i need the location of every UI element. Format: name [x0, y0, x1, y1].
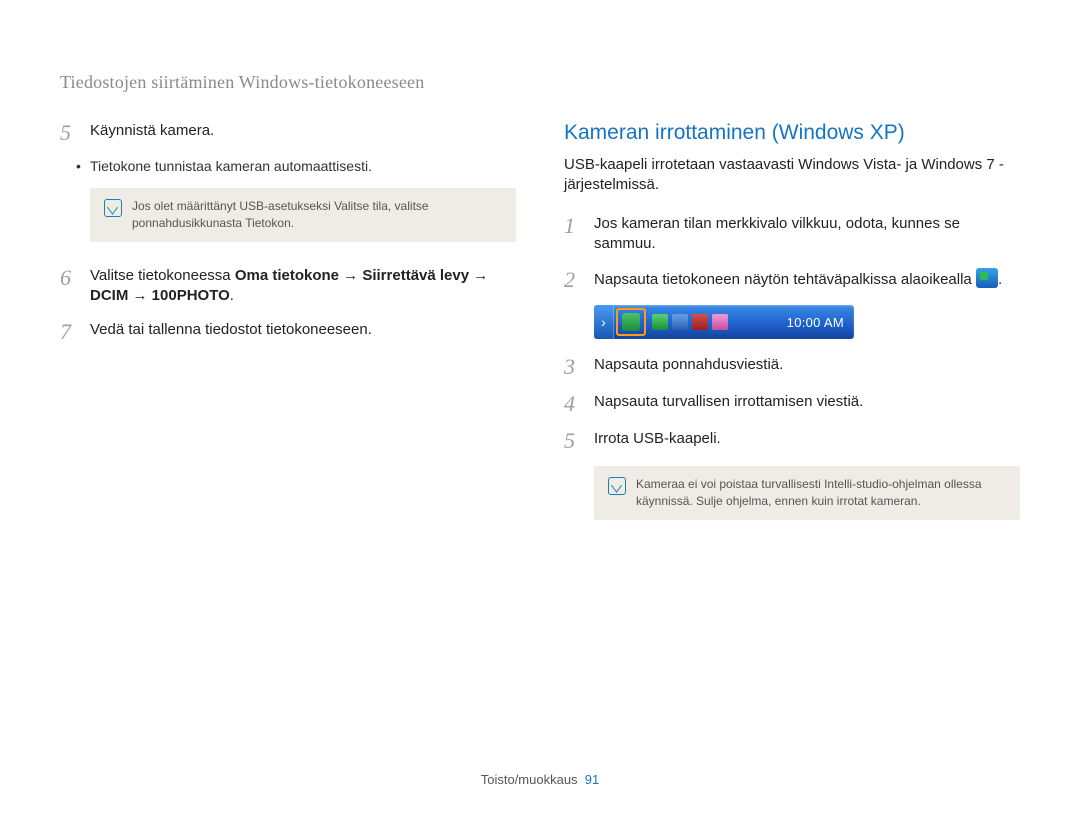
step-frag-bold: Oma tietokone	[235, 267, 339, 284]
section-heading: Kameran irrottaminen (Windows XP)	[564, 121, 1020, 145]
note-box-2: Kameraa ei voi poistaa turvallisesti Int…	[594, 466, 1020, 520]
step-text: Napsauta ponnahdusviestiä.	[594, 355, 1020, 378]
step-number: 5	[60, 121, 78, 144]
step-frag: .	[230, 287, 234, 304]
page-header-title: Tiedostojen siirtäminen Windows-tietokon…	[60, 72, 1020, 93]
step-frag-bold: Siirrettävä levy	[362, 267, 469, 284]
tray-icon	[672, 314, 688, 330]
footer-page-number: 91	[585, 772, 599, 787]
tray-icons	[652, 314, 728, 330]
step-5-bullet: Tietokone tunnistaa kameran automaattise…	[90, 158, 516, 174]
step-frag-bold: DCIM	[90, 287, 128, 304]
step-text: Käynnistä kamera.	[90, 121, 516, 144]
right-step-2: 2 Napsauta tietokoneen näytön tehtäväpal…	[564, 268, 1020, 291]
content-columns: 5 Käynnistä kamera. Tietokone tunnistaa …	[60, 121, 1020, 520]
step-number: 7	[60, 320, 78, 343]
page-footer: Toisto/muokkaus 91	[0, 772, 1080, 787]
right-step-3: 3 Napsauta ponnahdusviestiä.	[564, 355, 1020, 378]
step-text: Irrota USB-kaapeli.	[594, 429, 1020, 452]
right-column: Kameran irrottaminen (Windows XP) USB-ka…	[564, 121, 1020, 520]
note-frag-bold: Tietokon	[245, 216, 291, 230]
note-text: Jos olet määrittänyt USB-asetukseksi Val…	[132, 198, 502, 232]
note-icon	[104, 199, 122, 217]
arrow-icon: →	[128, 287, 151, 304]
step-frag-bold: 100PHOTO	[152, 287, 230, 304]
right-step-1: 1 Jos kameran tilan merkkivalo vilkkuu, …	[564, 214, 1020, 255]
step-text: Napsauta turvallisen irrottamisen viesti…	[594, 392, 1020, 415]
step-text: Vedä tai tallenna tiedostot tietokoneese…	[90, 320, 516, 343]
tray-expand-arrow-icon: ›	[594, 305, 614, 339]
note-text: Kameraa ei voi poistaa turvallisesti Int…	[636, 476, 1006, 510]
safe-remove-icon	[976, 268, 998, 288]
step-number: 5	[564, 429, 582, 452]
left-column: 5 Käynnistä kamera. Tietokone tunnistaa …	[60, 121, 516, 520]
safe-remove-tray-icon	[622, 313, 640, 331]
step-frag: .	[998, 271, 1002, 288]
note-frag-bold: Valitse tila	[334, 199, 388, 213]
step-7: 7 Vedä tai tallenna tiedostot tietokonee…	[60, 320, 516, 343]
tray-icon	[692, 314, 708, 330]
arrow-icon: →	[469, 267, 488, 284]
step-6: 6 Valitse tietokoneessa Oma tietokone → …	[60, 266, 516, 307]
note-frag: .	[291, 216, 294, 230]
tray-icon	[652, 314, 668, 330]
note-frag: Jos olet määrittänyt USB-asetukseksi	[132, 199, 334, 213]
step-text: Jos kameran tilan merkkivalo vilkkuu, od…	[594, 214, 1020, 255]
step-text: Valitse tietokoneessa Oma tietokone → Si…	[90, 266, 516, 307]
note-box-1: Jos olet määrittänyt USB-asetukseksi Val…	[90, 188, 516, 242]
step-text: Napsauta tietokoneen näytön tehtäväpalki…	[594, 268, 1020, 291]
step-number: 3	[564, 355, 582, 378]
tray-icon	[712, 314, 728, 330]
section-intro: USB-kaapeli irrotetaan vastaavasti Windo…	[564, 155, 1020, 196]
taskbar-image: › 10:00 AM	[594, 305, 854, 339]
right-step-5: 5 Irrota USB-kaapeli.	[564, 429, 1020, 452]
step-number: 2	[564, 268, 582, 291]
arrow-icon: →	[339, 267, 362, 284]
step-number: 6	[60, 266, 78, 307]
step-number: 4	[564, 392, 582, 415]
note-icon	[608, 477, 626, 495]
step-5: 5 Käynnistä kamera.	[60, 121, 516, 144]
safe-remove-highlight	[616, 308, 646, 336]
step-frag: Valitse tietokoneessa	[90, 267, 235, 284]
taskbar-clock: 10:00 AM	[777, 315, 854, 330]
step-frag: Napsauta tietokoneen näytön tehtäväpalki…	[594, 271, 976, 288]
right-step-4: 4 Napsauta turvallisen irrottamisen vies…	[564, 392, 1020, 415]
step-number: 1	[564, 214, 582, 255]
footer-section: Toisto/muokkaus	[481, 772, 578, 787]
